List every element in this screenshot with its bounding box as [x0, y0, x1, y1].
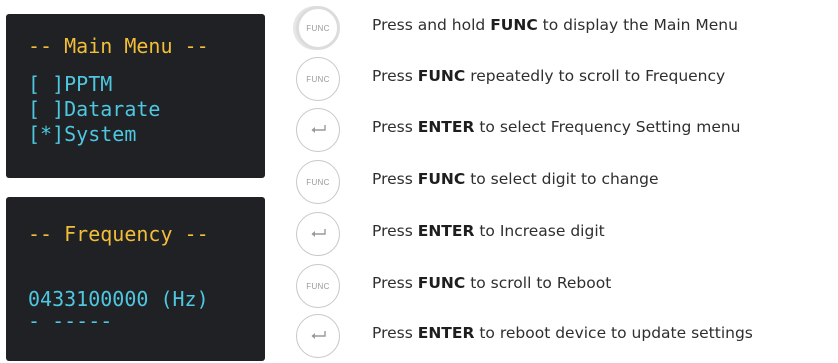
enter-arrow-icon: [311, 229, 326, 237]
step-2: FUNC Press FUNC repeatedly to scroll to …: [296, 55, 836, 103]
enter-button[interactable]: [296, 108, 340, 152]
enter-arrow-icon: [311, 331, 326, 339]
frequency-value: 0433100000 (Hz): [28, 287, 209, 311]
menu-item-system: [*]System: [28, 122, 137, 146]
enter-button[interactable]: [296, 314, 340, 358]
step-2-text: Press FUNC repeatedly to scroll to Frequ…: [372, 67, 726, 85]
enter-button[interactable]: [296, 212, 340, 256]
frequency-display: -- Frequency -- 0433100000 (Hz) - -----: [6, 197, 265, 361]
step-5: Press ENTER to Increase digit: [296, 210, 836, 258]
func-button[interactable]: FUNC: [296, 264, 340, 308]
func-button[interactable]: FUNC: [296, 6, 340, 50]
step-3-text: Press ENTER to select Frequency Setting …: [372, 118, 741, 136]
func-button[interactable]: FUNC: [296, 160, 340, 204]
menu-item-datarate: [ ]Datarate: [28, 97, 161, 121]
step-4: FUNC Press FUNC to select digit to chang…: [296, 158, 836, 206]
step-3: Press ENTER to select Frequency Setting …: [296, 106, 836, 154]
step-4-text: Press FUNC to select digit to change: [372, 170, 659, 188]
digit-cursor: - -----: [28, 309, 113, 333]
step-7-text: Press ENTER to reboot device to update s…: [372, 324, 753, 342]
func-button-label: FUNC: [306, 23, 330, 33]
step-1-text: Press and hold FUNC to display the Main …: [372, 16, 738, 34]
main-menu-title: -- Main Menu --: [28, 34, 209, 58]
step-7: Press ENTER to reboot device to update s…: [296, 312, 836, 360]
frequency-title: -- Frequency --: [28, 222, 209, 246]
func-button-label: FUNC: [306, 281, 330, 291]
step-1: FUNC Press and hold FUNC to display the …: [296, 4, 836, 52]
main-menu-display: -- Main Menu -- [ ]PPTM [ ]Datarate [*]S…: [6, 14, 265, 178]
step-6: FUNC Press FUNC to scroll to Reboot: [296, 262, 836, 310]
enter-arrow-icon: [311, 125, 326, 133]
func-button[interactable]: FUNC: [296, 57, 340, 101]
func-button-label: FUNC: [306, 74, 330, 84]
instruction-steps: FUNC Press and hold FUNC to display the …: [296, 0, 836, 363]
func-button-label: FUNC: [306, 177, 330, 187]
step-6-text: Press FUNC to scroll to Reboot: [372, 274, 612, 292]
step-5-text: Press ENTER to Increase digit: [372, 222, 605, 240]
menu-item-pptm: [ ]PPTM: [28, 72, 113, 96]
